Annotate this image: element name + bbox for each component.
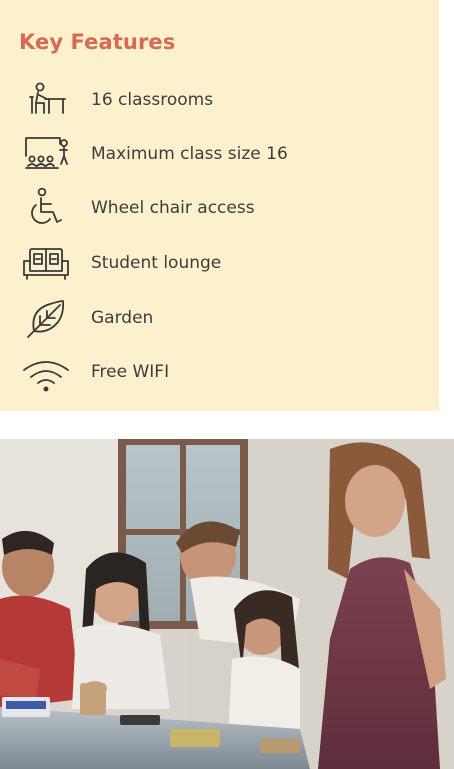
feature-item-classrooms: 16 classrooms	[0, 78, 439, 122]
feature-label-class-size: Maximum class size 16	[91, 144, 288, 164]
classroom-desk-icon	[20, 78, 70, 122]
key-features-panel: Key Features 16 classrooms Maximum class…	[0, 0, 439, 411]
class-size-icon	[20, 132, 70, 176]
key-features-title: Key Features	[19, 30, 176, 54]
wifi-icon	[20, 350, 70, 394]
feature-item-wheelchair: Wheel chair access	[0, 186, 439, 230]
sofa-icon	[20, 241, 70, 285]
feature-label-student-lounge: Student lounge	[91, 253, 222, 273]
students-around-table-photo	[0, 439, 454, 769]
feature-item-garden: Garden	[0, 296, 439, 340]
wheelchair-icon	[20, 186, 70, 230]
feature-label-wheelchair: Wheel chair access	[91, 198, 255, 218]
feature-label-garden: Garden	[91, 308, 154, 328]
feature-item-class-size: Maximum class size 16	[0, 132, 439, 176]
feature-label-wifi: Free WIFI	[91, 362, 170, 382]
feature-item-student-lounge: Student lounge	[0, 241, 439, 285]
leaf-icon	[20, 296, 70, 340]
feature-item-wifi: Free WIFI	[0, 350, 439, 394]
feature-label-classrooms: 16 classrooms	[91, 90, 214, 110]
